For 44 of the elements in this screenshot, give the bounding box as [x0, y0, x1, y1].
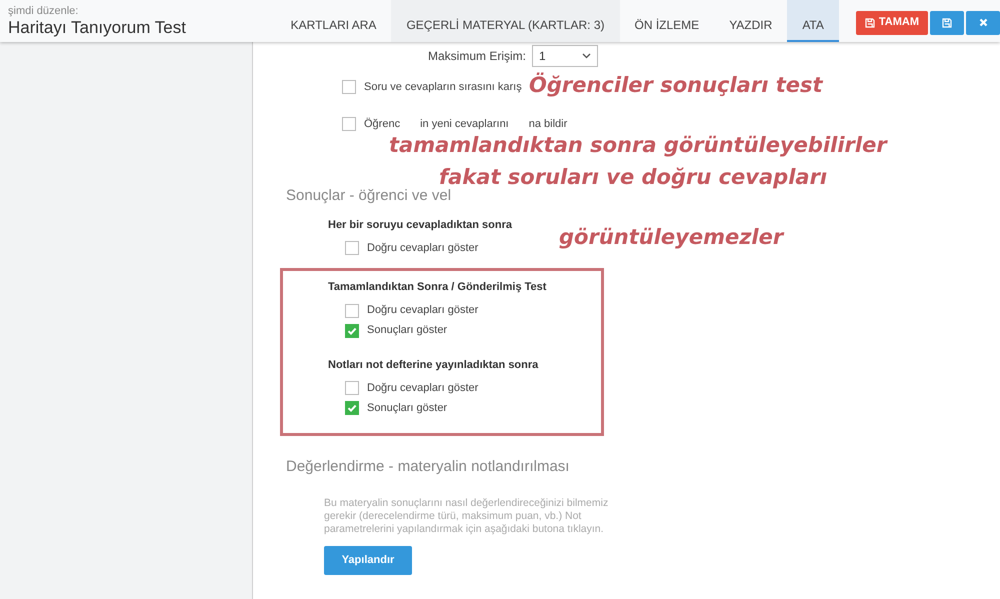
checkbox[interactable] — [345, 241, 359, 255]
document-title: Haritayı Tanıyorum Test — [8, 18, 187, 38]
chevron-icon — [582, 53, 591, 59]
option-label: in yeni cevaplarını — [420, 116, 509, 132]
handwritten-note: görüntüleyemezler — [559, 224, 784, 250]
nav-tab[interactable]: GEÇERLİ MATERYAL (KARTLAR: 3) — [391, 0, 620, 42]
save-icon — [864, 18, 875, 28]
group-title: Tamamlandıktan Sonra / Gönderilmiş Test — [328, 280, 546, 295]
option-label: Doğru cevapları göster — [367, 303, 478, 318]
option-label: Soru ve cevapların sırasını karış — [364, 80, 522, 95]
option-label: Sonuçları göster — [367, 323, 448, 338]
checkbox[interactable] — [342, 80, 356, 94]
handwritten-note: Öğrenciler sonuçları test — [529, 72, 823, 98]
group-title: Her bir soruyu cevapladıktan sonra — [328, 218, 512, 232]
field-label: Maksimum Erişim: — [428, 48, 526, 65]
done-button[interactable]: TAMAM — [856, 10, 928, 34]
nav-tab[interactable]: ÖN İZLEME — [620, 0, 714, 42]
checkbox[interactable] — [345, 304, 359, 318]
option-label: na bildir — [528, 116, 568, 132]
section-heading: Değerlendirme - materyalin notlandırılması — [286, 457, 570, 477]
grading-description: Bu materyalin sonuçlarını nasıl değerlendireceğinizi bilmemiz gerekir (derecelendirme türü, maksimum puan, vb.) Not parametrelerini yapılandırmak için aşağıdaki butona tıklayın. — [324, 496, 610, 536]
nav-tab[interactable]: KARTLARI ARA — [276, 0, 392, 42]
handwritten-note: tamamlandıktan sonra görüntüleyebilirler — [389, 132, 887, 158]
section-heading: Sonuçlar - öğrenci ve vel — [286, 186, 452, 206]
select-field[interactable]: 1 — [532, 45, 598, 67]
check-icon — [347, 403, 357, 413]
checkbox[interactable] — [345, 381, 359, 395]
option-label: Sonuçları göster — [367, 400, 448, 416]
close-icon — [978, 18, 988, 27]
group-title: Notları not defterine yayınladıktan sonra — [328, 358, 538, 372]
save-icon — [942, 18, 952, 28]
option-label: Öğrenc — [364, 116, 400, 132]
option-label: Doğru cevapları göster — [367, 240, 478, 256]
handwritten-note: fakat soruları ve doğru cevapları — [439, 164, 828, 189]
edit-subtitle: şimdi düzenle: — [8, 4, 80, 18]
save-button[interactable] — [930, 10, 964, 34]
checked-checkbox[interactable] — [345, 401, 359, 415]
nav-tab[interactable]: ATA — [787, 0, 839, 42]
close-button[interactable] — [966, 10, 1000, 34]
option-label: Doğru cevapları göster — [367, 380, 478, 396]
checkbox[interactable] — [342, 116, 356, 131]
checked-checkbox[interactable] — [345, 324, 359, 338]
nav-tab[interactable]: YAZDIR — [714, 0, 788, 42]
check-icon — [347, 326, 357, 336]
